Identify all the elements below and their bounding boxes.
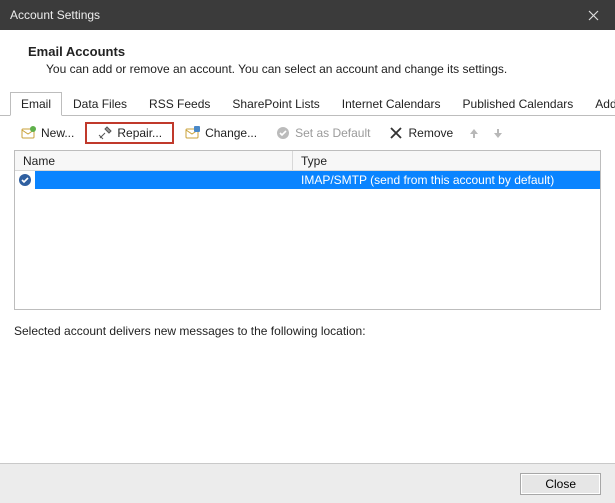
account-row[interactable]: IMAP/SMTP (send from this account by def… (15, 171, 600, 189)
mail-new-icon (21, 125, 37, 141)
delivery-location-label: Selected account delivers new messages t… (0, 310, 615, 338)
default-account-icon (15, 171, 35, 189)
tab-strip: Email Data Files RSS Feeds SharePoint Li… (0, 92, 615, 116)
change-button[interactable]: Change... (178, 122, 264, 144)
account-type-cell: IMAP/SMTP (send from this account by def… (293, 173, 600, 187)
change-button-label: Change... (205, 126, 257, 140)
window-close-button[interactable] (571, 0, 615, 30)
repair-button[interactable]: Repair... (85, 122, 174, 144)
tab-published-calendars[interactable]: Published Calendars (452, 92, 585, 116)
titlebar: Account Settings (0, 0, 615, 30)
remove-button[interactable]: Remove (381, 122, 460, 144)
tab-email[interactable]: Email (10, 92, 62, 116)
tab-sharepoint-lists[interactable]: SharePoint Lists (221, 92, 330, 116)
tab-rss-feeds[interactable]: RSS Feeds (138, 92, 221, 116)
arrow-up-icon (468, 127, 480, 139)
tab-internet-calendars[interactable]: Internet Calendars (331, 92, 452, 116)
move-down-button (488, 123, 508, 143)
arrow-down-icon (492, 127, 504, 139)
close-icon (588, 10, 599, 21)
column-header-name[interactable]: Name (15, 151, 293, 170)
remove-button-label: Remove (408, 126, 453, 140)
toolbar: New... Repair... Change... Set as Defaul… (0, 116, 615, 150)
close-button[interactable]: Close (520, 473, 601, 495)
dialog-body: Email Accounts You can add or remove an … (0, 30, 615, 503)
remove-icon (388, 125, 404, 141)
new-button-label: New... (41, 126, 74, 140)
new-button[interactable]: New... (14, 122, 81, 144)
header-area: Email Accounts You can add or remove an … (0, 30, 615, 86)
window-title: Account Settings (10, 8, 100, 22)
check-circle-icon (275, 125, 291, 141)
account-list[interactable]: Name Type IMAP/SMTP (send from this acco… (14, 150, 601, 310)
set-default-button: Set as Default (268, 122, 377, 144)
account-name-text (39, 171, 189, 189)
page-title: Email Accounts (28, 44, 587, 59)
set-default-button-label: Set as Default (295, 126, 370, 140)
change-icon (185, 125, 201, 141)
tab-data-files[interactable]: Data Files (62, 92, 138, 116)
move-up-button (464, 123, 484, 143)
list-header: Name Type (15, 151, 600, 171)
tab-address-books[interactable]: Address Books (584, 92, 615, 116)
column-header-type[interactable]: Type (293, 151, 600, 170)
dialog-footer: Close (0, 463, 615, 503)
repair-button-label: Repair... (117, 126, 162, 140)
account-name-cell (35, 171, 293, 189)
repair-icon (97, 125, 113, 141)
page-description: You can add or remove an account. You ca… (46, 62, 587, 76)
